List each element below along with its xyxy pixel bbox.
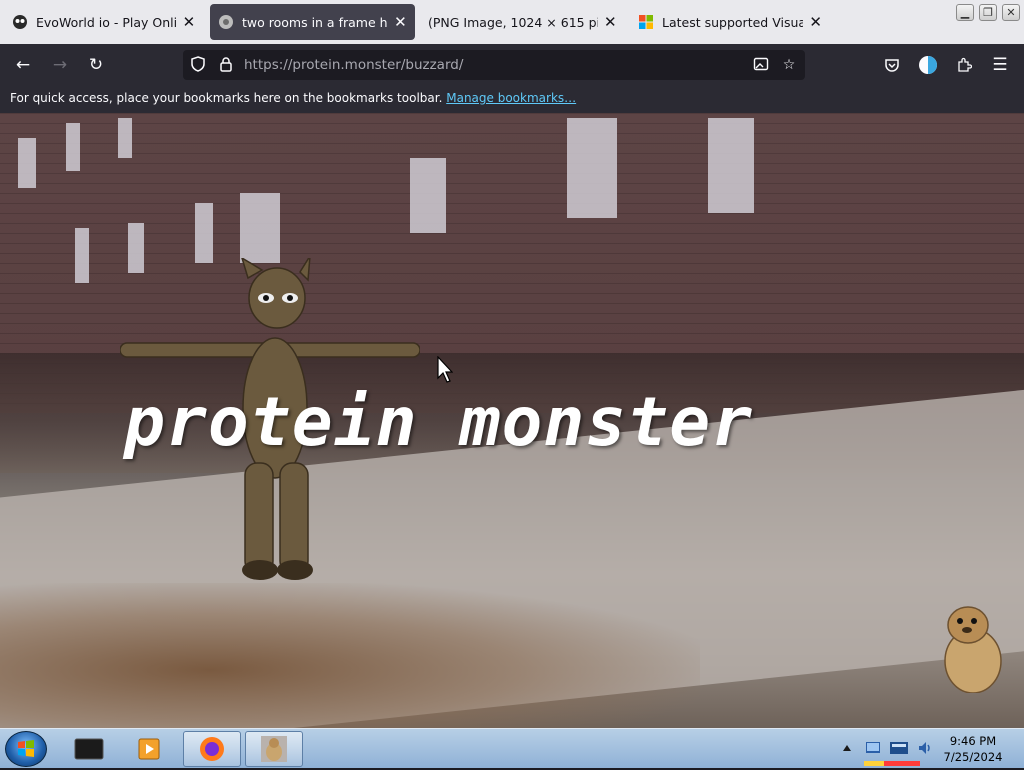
manage-bookmarks-link[interactable]: Manage bookmarks… [446, 91, 576, 105]
back-arrow-icon[interactable]: ← [10, 52, 36, 78]
media-player-icon [138, 738, 160, 760]
shield-icon[interactable] [189, 56, 207, 74]
bookmarks-toolbar: For quick access, place your bookmarks h… [0, 85, 1024, 113]
globe-favicon-icon [218, 14, 234, 30]
taskbar-terminal-button[interactable] [60, 731, 118, 767]
forward-arrow-icon[interactable]: → [47, 52, 73, 78]
tab-evoworld[interactable]: EvoWorld io - Play Online ✕ [4, 4, 204, 40]
page-headline: protein monster [124, 383, 754, 462]
system-clock[interactable]: 9:46 PM 7/25/2024 [930, 733, 1016, 765]
lock-icon[interactable] [217, 56, 235, 74]
url-text: https://protein.monster/buzzard/ [244, 57, 463, 73]
reload-icon[interactable]: ↻ [83, 52, 109, 78]
tab-visual-cpp[interactable]: Latest supported Visual C++ ✕ [630, 4, 830, 40]
url-path: /buzzard/ [400, 57, 464, 73]
bookmarks-message: For quick access, place your bookmarks h… [10, 91, 443, 105]
minimize-icon[interactable]: ▁ [956, 4, 974, 21]
building-window [195, 203, 213, 263]
close-tab-icon[interactable]: ✕ [182, 14, 196, 30]
dead-leaves [0, 583, 700, 728]
tray-flag-icon [864, 761, 920, 766]
gopher-thumbnail-icon [261, 736, 287, 762]
clock-date: 7/25/2024 [943, 750, 1003, 764]
tab-title: two rooms in a frame house [242, 14, 388, 30]
building-window [75, 228, 89, 283]
close-window-icon[interactable]: ✕ [1002, 4, 1020, 21]
action-center-icon[interactable] [888, 739, 910, 757]
building-window [708, 118, 754, 213]
taskbar-firefox-button[interactable] [183, 731, 241, 767]
show-hidden-icons-icon[interactable] [842, 741, 852, 755]
bookmark-star-icon[interactable]: ☆ [780, 56, 798, 74]
url-host: https://protein.monster [244, 57, 401, 73]
windows-taskbar: 9:46 PM 7/25/2024 [0, 728, 1024, 768]
mouse-cursor-icon [437, 356, 453, 383]
building-window [118, 118, 132, 158]
close-tab-icon[interactable]: ✕ [809, 14, 822, 30]
tab-title: Latest supported Visual C++ [662, 14, 804, 30]
building-window [410, 158, 446, 233]
tab-title: EvoWorld io - Play Online [36, 14, 176, 30]
taskbar-media-player-button[interactable] [120, 731, 178, 767]
menu-hamburger-icon[interactable]: ☰ [987, 52, 1013, 78]
tab-title: (PNG Image, 1024 × 615 pixels) [428, 14, 598, 30]
building-window [240, 193, 280, 263]
restore-icon[interactable]: ❐ [979, 4, 997, 21]
tab-strip: EvoWorld io - Play Online ✕ two rooms in… [0, 0, 1024, 44]
microsoft-favicon-icon [638, 14, 654, 30]
close-tab-icon[interactable]: ✕ [604, 14, 617, 30]
extensions-icon[interactable] [951, 52, 977, 78]
tab-two-rooms[interactable]: two rooms in a frame house ✕ [210, 4, 415, 40]
building-window [66, 123, 80, 171]
account-avatar-icon[interactable] [915, 52, 941, 78]
windows-start-button[interactable] [5, 731, 47, 767]
close-tab-icon[interactable]: ✕ [394, 14, 407, 30]
building-window [567, 118, 617, 218]
image-screenshot-icon[interactable] [752, 56, 770, 74]
taskbar-gopher-window-button[interactable] [245, 731, 303, 767]
building-window [18, 138, 36, 188]
tab-png-image[interactable]: (PNG Image, 1024 × 615 pixels) ✕ [420, 4, 625, 40]
gopher-image [944, 606, 1002, 693]
clock-time: 9:46 PM [949, 734, 997, 748]
address-bar[interactable]: https://protein.monster/buzzard/ ☆ [183, 50, 805, 80]
terminal-icon [74, 738, 104, 760]
firefox-icon [200, 737, 224, 761]
pocket-icon[interactable] [879, 52, 905, 78]
page-content: protein monster [0, 113, 1024, 728]
navigation-toolbar: ← → ↻ https://protein.monster/buzzard/ ☆… [0, 44, 1024, 85]
network-tray-icon[interactable] [864, 739, 882, 757]
evoworld-favicon-icon [12, 14, 28, 30]
